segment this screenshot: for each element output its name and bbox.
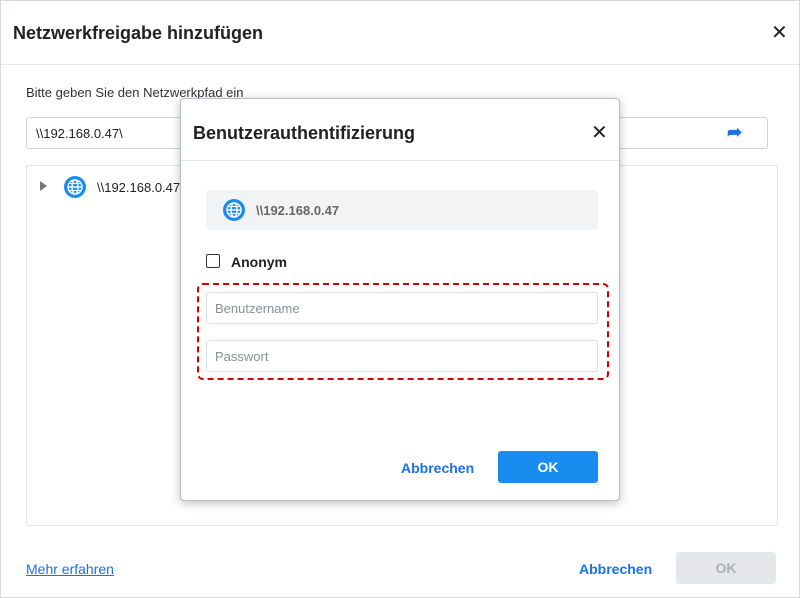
dialog-header: Netzwerkfreigabe hinzufügen ✕ bbox=[1, 1, 799, 65]
ok-button-disabled[interactable]: OK bbox=[676, 552, 776, 584]
server-address-box: \\192.168.0.47 bbox=[206, 190, 598, 230]
close-icon[interactable]: ✕ bbox=[771, 23, 788, 43]
cancel-button[interactable]: Abbrechen bbox=[579, 561, 652, 577]
anonymous-label[interactable]: Anonym bbox=[231, 254, 287, 270]
network-path-value: \\192.168.0.47\ bbox=[36, 126, 123, 141]
server-address: \\192.168.0.47 bbox=[256, 203, 340, 218]
user-authentication-dialog: Benutzerauthentifizierung ✕ \\192.168.0.… bbox=[180, 98, 620, 501]
password-field[interactable] bbox=[206, 340, 598, 372]
cancel-button[interactable]: Abbrechen bbox=[401, 460, 474, 476]
learn-more-link[interactable]: Mehr erfahren bbox=[26, 561, 114, 577]
expand-caret-icon[interactable] bbox=[40, 181, 47, 191]
auth-dialog-title: Benutzerauthentifizierung bbox=[193, 123, 416, 143]
tree-item-label[interactable]: \\192.168.0.47 bbox=[97, 180, 180, 195]
ok-button[interactable]: OK bbox=[498, 451, 598, 483]
globe-icon bbox=[223, 199, 245, 221]
anonymous-checkbox[interactable] bbox=[206, 254, 220, 268]
close-icon[interactable]: ✕ bbox=[591, 123, 608, 143]
auth-dialog-header: Benutzerauthentifizierung ✕ bbox=[181, 99, 619, 161]
arrow-right-icon[interactable]: ➦ bbox=[727, 122, 742, 143]
username-field[interactable] bbox=[206, 292, 598, 324]
globe-icon bbox=[64, 176, 86, 198]
dialog-title: Netzwerkfreigabe hinzufügen bbox=[13, 23, 264, 43]
